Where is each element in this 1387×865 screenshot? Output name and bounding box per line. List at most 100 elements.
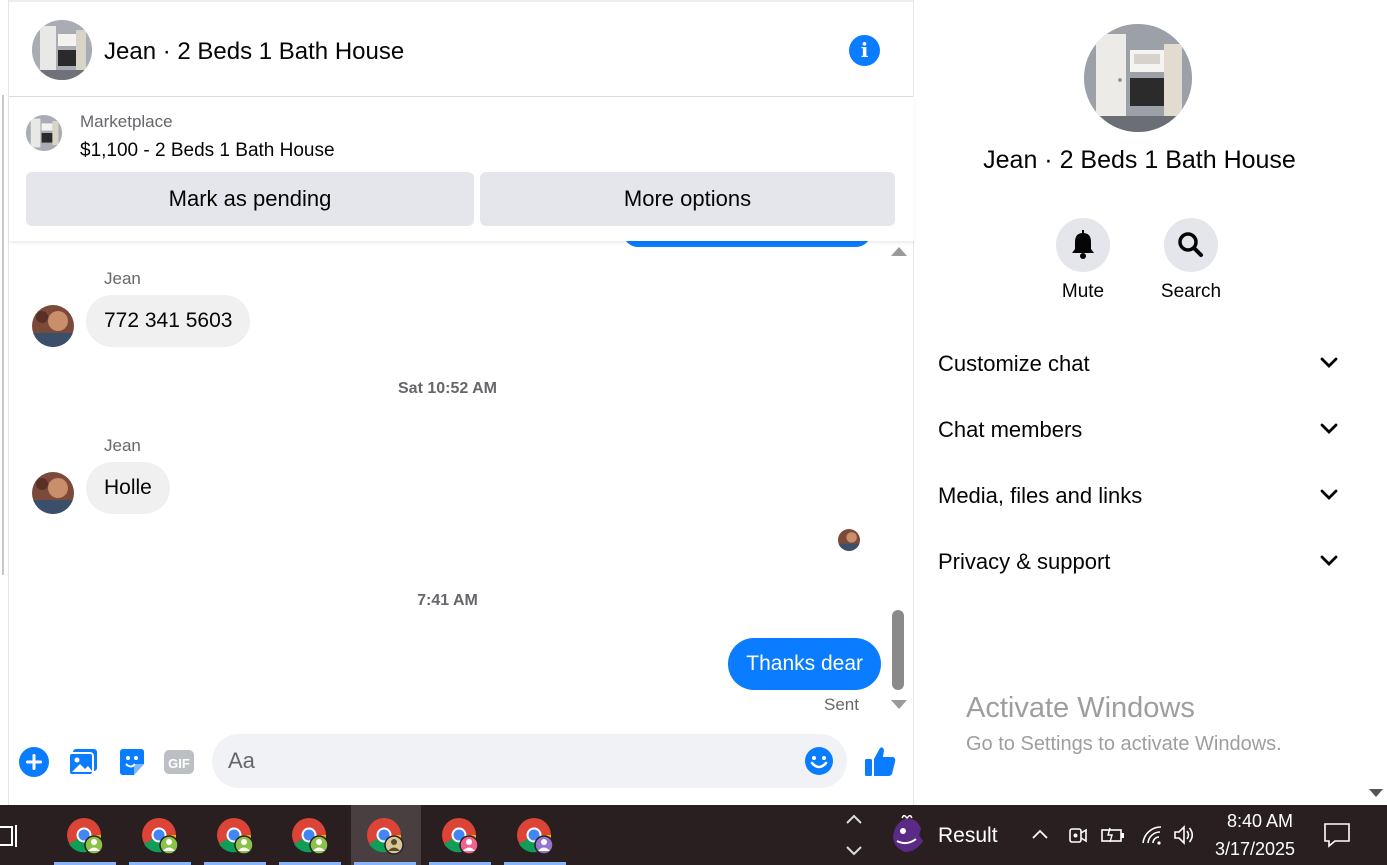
- activate-windows-title: Activate Windows: [966, 692, 1195, 724]
- section-label: Privacy & support: [938, 549, 1111, 574]
- info-icon[interactable]: i: [849, 35, 880, 66]
- listing-title[interactable]: $1,100 - 2 Beds 1 Bath House: [80, 140, 335, 162]
- taskbar-chrome-3[interactable]: [201, 805, 271, 865]
- section-label: Chat members: [938, 417, 1083, 442]
- mute-circle[interactable]: [1056, 218, 1110, 272]
- task-view-icon[interactable]: [0, 823, 20, 849]
- listing-photo: [32, 20, 92, 80]
- listing-avatar[interactable]: [32, 20, 92, 80]
- scroll-down-arrow[interactable]: [891, 700, 907, 709]
- gif-icon[interactable]: GIF: [163, 746, 195, 778]
- search-circle[interactable]: [1164, 218, 1218, 272]
- chat-header: Jean · 2 Beds 1 Bath House i: [9, 0, 914, 97]
- section-media-files-links[interactable]: Media, files and links: [938, 475, 1338, 515]
- widget-label[interactable]: Result: [938, 824, 998, 848]
- section-privacy-support[interactable]: Privacy & support: [938, 541, 1338, 581]
- outgoing-message[interactable]: Thanks dear: [728, 638, 881, 690]
- premier-league-icon[interactable]: [888, 815, 926, 855]
- avatar[interactable]: [32, 472, 74, 514]
- bell-icon: [1072, 230, 1094, 259]
- chrome-icon: [292, 818, 329, 855]
- chrome-icon: [517, 818, 554, 855]
- taskbar-chrome-4[interactable]: [276, 805, 346, 865]
- scroll-up-arrow[interactable]: [891, 247, 907, 256]
- listing-thumbnail[interactable]: [26, 115, 62, 151]
- sender-name: Jean: [104, 269, 141, 288]
- mute-button[interactable]: Mute: [1038, 218, 1128, 303]
- search-icon: [1178, 232, 1203, 257]
- taskbar-scroll-chevrons[interactable]: [843, 809, 865, 861]
- battery-icon[interactable]: [1100, 823, 1126, 847]
- incoming-message[interactable]: Holle: [86, 462, 170, 514]
- section-label: Media, files and links: [938, 483, 1143, 508]
- photo-icon[interactable]: [67, 746, 99, 778]
- chrome-icon: [67, 818, 104, 855]
- previous-outgoing-bubble: [623, 241, 871, 247]
- marketplace-strip: Marketplace $1,100 - 2 Beds 1 Bath House…: [9, 97, 914, 241]
- details-avatar[interactable]: [1084, 24, 1192, 132]
- plus-icon[interactable]: [18, 746, 50, 778]
- search-label: Search: [1160, 281, 1222, 302]
- chrome-icon: [142, 818, 179, 855]
- listing-photo: [26, 115, 62, 151]
- chevron-down-icon: [1320, 489, 1338, 500]
- chrome-icon: [442, 818, 479, 855]
- timestamp: 7:41 AM: [417, 592, 478, 609]
- search-button[interactable]: Search: [1146, 218, 1236, 303]
- chrome-icon: [217, 818, 254, 855]
- chrome-icon: [367, 818, 404, 855]
- profile-photo: [32, 472, 74, 514]
- sender-name: Jean: [104, 436, 141, 455]
- wifi-icon[interactable]: [1140, 823, 1164, 847]
- section-customize-chat[interactable]: Customize chat: [938, 343, 1338, 383]
- section-label: Customize chat: [938, 351, 1090, 376]
- message-input[interactable]: [228, 734, 788, 788]
- like-icon[interactable]: [862, 744, 898, 780]
- taskbar-chrome-7[interactable]: [501, 805, 571, 865]
- timestamp: Sat 10:52 AM: [398, 380, 497, 397]
- composer: GIF: [9, 721, 914, 805]
- scroll-thumb[interactable]: [892, 610, 904, 690]
- message-list[interactable]: Jean 772 341 5603 Sat 10:52 AM Jean Holl…: [9, 241, 886, 721]
- emoji-icon[interactable]: [804, 746, 834, 776]
- sticker-icon[interactable]: [116, 746, 148, 778]
- taskbar: Result 8:40 AM 3/17/2025: [0, 805, 1387, 865]
- chevron-down-icon: [1320, 357, 1338, 368]
- mark-as-pending-button[interactable]: Mark as pending: [26, 172, 474, 226]
- delivery-status: Sent: [824, 695, 859, 714]
- taskbar-chrome-2[interactable]: [126, 805, 196, 865]
- chevron-down-icon: [1320, 555, 1338, 566]
- activate-windows-subtitle: Go to Settings to activate Windows.: [966, 733, 1282, 755]
- conversation-details: Jean · 2 Beds 1 Bath House Mute Search C…: [913, 0, 1364, 805]
- notifications-icon[interactable]: [1323, 822, 1351, 848]
- section-chat-members[interactable]: Chat members: [938, 409, 1338, 449]
- clock-time[interactable]: 8:40 AM: [1210, 811, 1310, 832]
- divider: [2, 95, 4, 575]
- seen-indicator-avatar: [838, 529, 860, 551]
- message-input-box[interactable]: [212, 734, 847, 788]
- screen: Jean · 2 Beds 1 Bath House i Marketplace…: [0, 0, 1387, 865]
- incoming-message[interactable]: 772 341 5603: [86, 295, 251, 347]
- message-scrollbar[interactable]: [888, 241, 910, 721]
- profile-photo: [838, 529, 860, 551]
- marketplace-label: Marketplace: [80, 112, 173, 131]
- volume-icon[interactable]: [1172, 823, 1196, 847]
- details-title: Jean · 2 Beds 1 Bath House: [983, 146, 1296, 174]
- taskbar-chrome-6[interactable]: [426, 805, 496, 865]
- gif-label: GIF: [168, 756, 190, 771]
- mute-label: Mute: [1061, 281, 1105, 302]
- chat-title[interactable]: Jean · 2 Beds 1 Bath House: [104, 38, 404, 66]
- listing-photo: [1084, 24, 1192, 132]
- taskbar-chrome-1[interactable]: [51, 805, 121, 865]
- page-scrollbar[interactable]: [1364, 0, 1387, 805]
- meet-now-icon[interactable]: [1068, 823, 1088, 847]
- chevron-up-icon[interactable]: [1030, 823, 1050, 847]
- chevron-down-icon: [1320, 423, 1338, 434]
- more-options-button[interactable]: More options: [480, 172, 895, 226]
- window-edge: [0, 0, 8, 805]
- avatar[interactable]: [32, 305, 74, 347]
- chat-pane: Jean · 2 Beds 1 Bath House i Marketplace…: [8, 0, 914, 805]
- taskbar-chrome-5-active[interactable]: [351, 805, 421, 865]
- clock-date[interactable]: 3/17/2025: [1200, 839, 1310, 860]
- scroll-down-arrow[interactable]: [1369, 789, 1383, 797]
